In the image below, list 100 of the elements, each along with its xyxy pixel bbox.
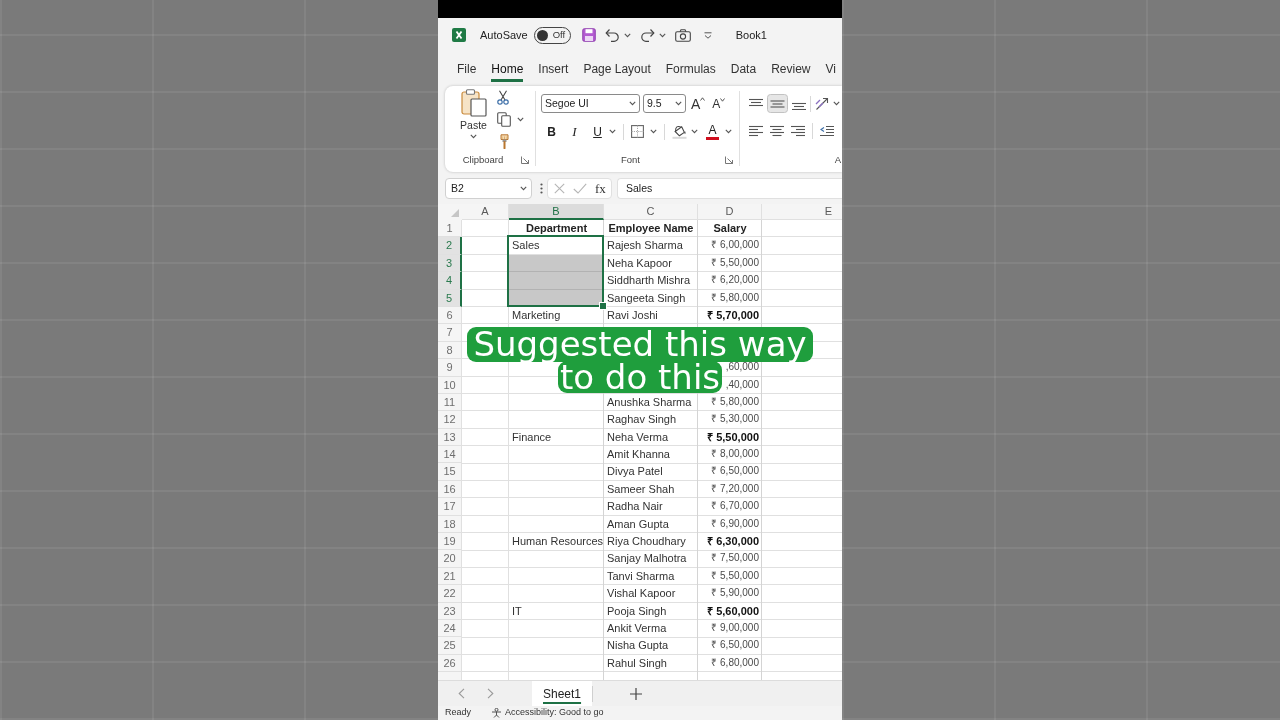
row-header[interactable]: 2: [438, 237, 462, 255]
redo-icon[interactable]: [639, 28, 655, 42]
table-cell-text: Human Resources: [511, 534, 604, 550]
caption-text: Suggested this way: [467, 327, 813, 362]
diagonal-arrow-icon[interactable]: [815, 96, 829, 111]
dropdown-icon[interactable]: [703, 31, 712, 39]
table-cell-text: IT: [511, 603, 523, 619]
column-header[interactable]: A: [462, 204, 509, 220]
launcher-icon[interactable]: [521, 156, 529, 164]
fill-handle[interactable]: [600, 303, 606, 309]
table-cell-text: ₹ 7,50,000: [710, 551, 760, 566]
launcher-icon[interactable]: [725, 156, 733, 164]
ribbon-tab[interactable]: Vi: [825, 63, 836, 82]
caret-icon[interactable]: [520, 186, 527, 191]
check-icon[interactable]: [573, 183, 587, 194]
ribbon-tab[interactable]: Formulas: [665, 63, 716, 82]
caret-icon[interactable]: [609, 129, 616, 134]
table-cell-text: ₹ 8,00,000: [710, 447, 760, 462]
table-cell-text: Neha Kapoor: [606, 255, 673, 271]
ribbon-tab[interactable]: Home: [491, 63, 524, 82]
group-label: Font: [620, 152, 641, 167]
table-cell-text: ₹ 7,20,000: [710, 481, 760, 496]
ribbon-tab[interactable]: File: [457, 63, 477, 82]
underline-button[interactable]: U: [592, 125, 603, 138]
table-cell-text: Divya Patel: [606, 464, 664, 480]
undo-icon[interactable]: [604, 28, 620, 42]
table-cell-text: Neha Verma: [606, 429, 670, 445]
name-box[interactable]: B2: [445, 178, 532, 199]
table-cell-text: Rajesh Sharma: [606, 238, 684, 254]
accessibility-status: Accessibility: Good to go: [505, 706, 604, 720]
bold-button[interactable]: B: [546, 125, 557, 138]
paint-bucket-icon[interactable]: [672, 124, 687, 139]
table-cell-text: ₹ 5,50,000: [706, 429, 760, 445]
align-right-icon[interactable]: [791, 125, 805, 137]
caret-icon[interactable]: [691, 129, 698, 134]
brush-icon[interactable]: [497, 134, 512, 149]
header-cell-text: Department: [524, 221, 589, 236]
caret-icon[interactable]: [658, 32, 666, 38]
table-cell-text: Aman Gupta: [606, 516, 670, 532]
copy-icon[interactable]: [497, 112, 511, 127]
more-icon[interactable]: [540, 183, 543, 194]
borders-icon[interactable]: [631, 125, 644, 138]
column-header[interactable]: B: [509, 204, 604, 220]
grow-font-button[interactable]: A: [691, 96, 706, 111]
table-cell-text: Raghav Singh: [606, 412, 678, 428]
caret-icon[interactable]: [650, 129, 657, 134]
row-header[interactable]: 4: [438, 272, 462, 290]
paste-button[interactable]: Paste: [455, 89, 492, 152]
table-cell-text: Marketing: [511, 307, 562, 323]
caret-icon: [720, 97, 726, 102]
font-color-button[interactable]: A: [706, 123, 719, 140]
caret-icon[interactable]: [725, 129, 732, 134]
table-cell-text: ₹ 6,70,000: [710, 499, 760, 514]
column-header[interactable]: C: [604, 204, 698, 220]
color-bar-icon: [706, 136, 719, 140]
cut-icon[interactable]: [497, 90, 509, 105]
camera-icon[interactable]: [674, 28, 691, 42]
table-cell-text: ₹ 5,90,000: [710, 586, 760, 601]
italic-button[interactable]: I: [569, 125, 580, 138]
save-icon[interactable]: [581, 28, 596, 42]
plus-icon[interactable]: [630, 687, 643, 700]
table-cell-text: Vishal Kapoor: [606, 586, 677, 602]
header-cell-text: Employee Name: [607, 221, 695, 236]
table-cell-text: ₹ 6,50,000: [710, 464, 760, 479]
table-cell-text: ₹ 5,50,000: [710, 255, 760, 270]
table-cell-text: ₹ 5,60,000: [706, 603, 760, 619]
table-cell-text: ₹ 6,30,000: [706, 534, 760, 550]
ribbon-tab[interactable]: Data: [730, 63, 757, 82]
font-name-field[interactable]: Segoe UI: [541, 94, 640, 113]
formula-field[interactable]: Sales: [617, 178, 842, 199]
align-center-icon[interactable]: [770, 125, 784, 137]
shrink-font-button[interactable]: A: [712, 97, 726, 110]
table-cell-text: ₹ 6,80,000: [710, 655, 760, 670]
ribbon-tab[interactable]: Insert: [538, 63, 569, 82]
table-cell-text: ₹ 5,80,000: [710, 394, 760, 409]
sheet-tab[interactable]: Sheet1: [532, 681, 593, 706]
caption-text: to do this: [557, 361, 723, 393]
caret-icon[interactable]: [629, 101, 636, 106]
column-header[interactable]: D: [698, 204, 762, 220]
caret-icon[interactable]: [623, 32, 631, 38]
spreadsheet-app-icon: [452, 28, 466, 42]
table-cell-text: Siddharth Mishra: [606, 273, 692, 289]
caret-icon[interactable]: [675, 101, 682, 106]
ribbon-tab[interactable]: Review: [771, 63, 811, 82]
table-cell-text: Sameer Shah: [606, 481, 676, 497]
caret-icon[interactable]: [517, 117, 524, 122]
decrease-indent-icon[interactable]: [820, 125, 834, 137]
table-cell-text: ₹ 9,00,000: [710, 621, 760, 635]
table-cell-text: Sangeeta Singh: [606, 290, 687, 306]
font-size-field[interactable]: 9.5: [643, 94, 686, 113]
table-cell-text: Finance: [511, 429, 553, 445]
insert-function-button[interactable]: fx: [595, 182, 606, 195]
table-cell-text: Riya Choudhary: [606, 534, 687, 550]
column-header[interactable]: E: [762, 204, 842, 220]
table-cell-text: ₹ 6,90,000: [710, 516, 760, 531]
ribbon-tab[interactable]: Page Layout: [583, 63, 651, 82]
table-cell-text: ₹ 5,30,000: [710, 412, 760, 427]
align-left-icon[interactable]: [749, 125, 763, 137]
caret-icon[interactable]: [470, 133, 477, 139]
caret-icon[interactable]: [833, 101, 840, 106]
